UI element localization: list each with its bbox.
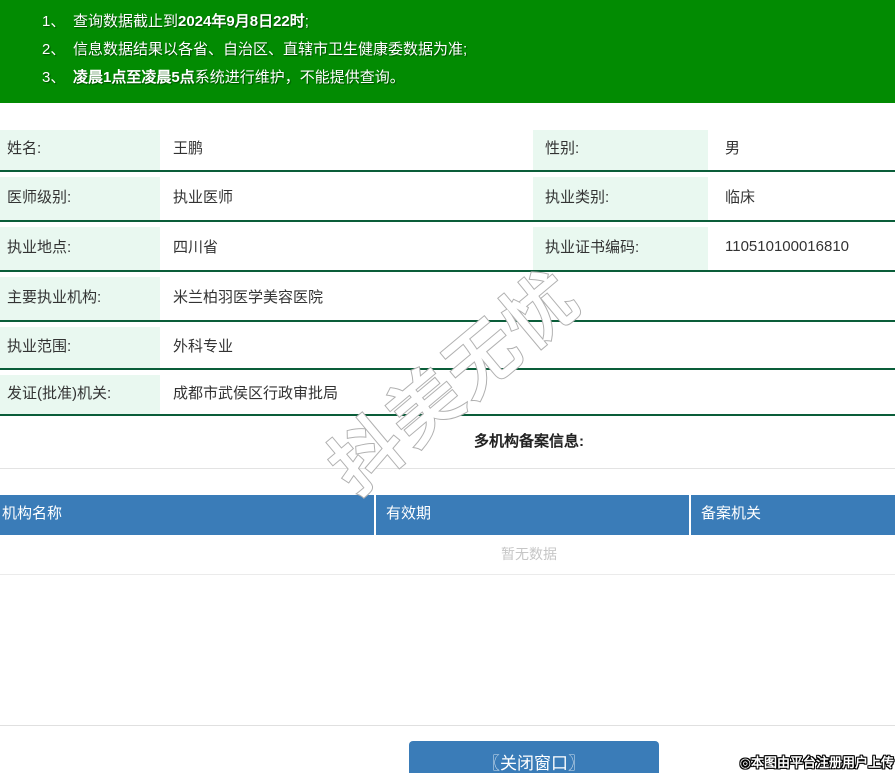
field-value-practice-scope: 外科专业 [173, 337, 234, 355]
field-label-main-institution: 主要执业机构: [0, 272, 160, 320]
filing-table-header: 机构名称 有效期 备案机关 [0, 495, 895, 535]
field-value-gender: 男 [725, 140, 741, 157]
notice-text: 信息数据结果以各省、自治区、直辖市卫生健康委数据为准; [73, 41, 468, 58]
field-label-practice-location: 执业地点: [0, 222, 160, 270]
column-header-institution-name: 机构名称 [0, 495, 376, 535]
field-label-doctor-level: 医师级别: [0, 172, 160, 220]
table-row: 发证(批准)机关: 成都市武侯区行政审批局 [0, 370, 895, 416]
field-label-license-number: 执业证书编码: [533, 222, 708, 270]
field-value-name: 王鹏 [173, 140, 204, 157]
notice-number: 2、 [42, 41, 66, 58]
field-value-main-institution: 米兰柏羽医学美容医院 [173, 288, 324, 306]
field-value-license-number: 110510100016810 [725, 237, 850, 255]
field-label-gender: 性别: [533, 125, 708, 170]
notice-banner: 1、 查询数据截止到2024年9月8日22时; 2、 信息数据结果以各省、自治区… [0, 0, 895, 103]
notice-number: 3、 [42, 69, 66, 86]
table-row: 医师级别: 执业医师 执业类别: 临床 [0, 172, 895, 222]
field-value-practice-location: 四川省 [173, 238, 219, 256]
field-label-practice-scope: 执业范围: [0, 322, 160, 368]
divider-line [0, 725, 895, 726]
notice-line-2: 2、 信息数据结果以各省、自治区、直辖市卫生健康委数据为准; [42, 36, 885, 64]
field-label-practice-category: 执业类别: [533, 172, 708, 220]
table-row: 主要执业机构: 米兰柏羽医学美容医院 [0, 272, 895, 322]
empty-data-message: 暂无数据 [0, 535, 895, 575]
table-row: 执业地点: 四川省 执业证书编码: 110510100016810 [0, 222, 895, 272]
notice-line-1: 1、 查询数据截止到2024年9月8日22时; [42, 8, 885, 36]
field-value-doctor-level: 执业医师 [173, 188, 234, 206]
field-label-issuing-authority: 发证(批准)机关: [0, 370, 160, 414]
practitioner-info-table: 姓名: 王鹏 性别: 男 医师级别: 执业医师 执业类别: 临床 执业地点: 四… [0, 125, 895, 416]
upload-credit-text: ◎本图由平台注册用户上传 [739, 755, 894, 770]
notice-number: 1、 [42, 13, 66, 30]
notice-text: 凌晨1点至凌晨5点系统进行维护，不能提供查询。 [73, 69, 405, 86]
close-window-button[interactable]: 〖关闭窗口〗 [409, 741, 659, 773]
column-header-filing-authority: 备案机关 [701, 505, 762, 522]
table-row: 姓名: 王鹏 性别: 男 [0, 125, 895, 172]
filing-section-title: 多机构备案信息: [474, 433, 584, 450]
field-label-name: 姓名: [0, 125, 160, 170]
field-value-issuing-authority: 成都市武侯区行政审批局 [173, 384, 339, 402]
field-value-practice-category: 临床 [725, 188, 756, 206]
divider-line [0, 468, 895, 469]
column-header-validity-period: 有效期 [376, 495, 691, 535]
notice-line-3: 3、 凌晨1点至凌晨5点系统进行维护，不能提供查询。 [42, 64, 885, 92]
table-row: 执业范围: 外科专业 [0, 322, 895, 370]
notice-text: 查询数据截止到2024年9月8日22时; [73, 13, 309, 30]
query-result-page: 1、 查询数据截止到2024年9月8日22时; 2、 信息数据结果以各省、自治区… [0, 0, 895, 773]
